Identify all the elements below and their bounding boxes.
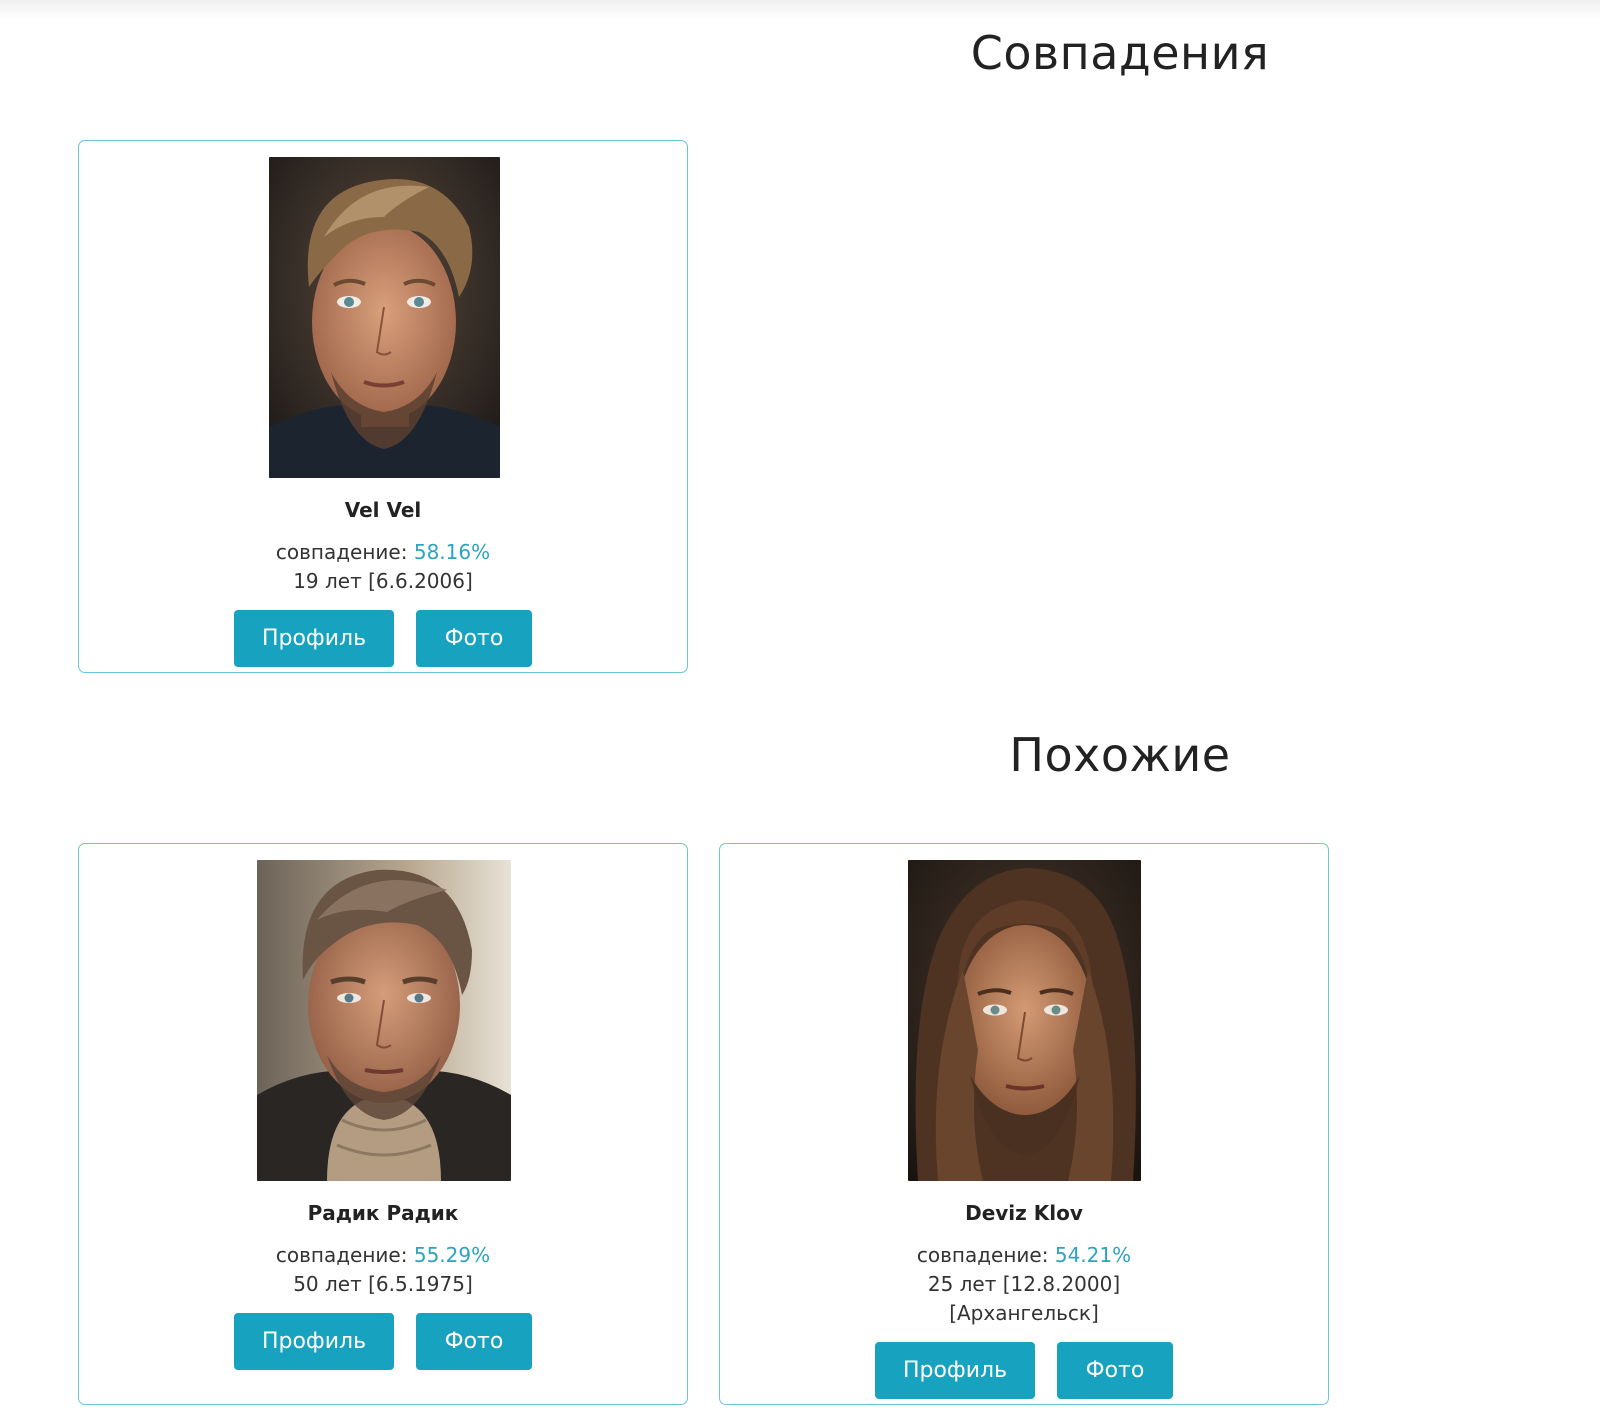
similar-card: Радик Радик совпадение: 55.29% 50 лет [6… [78, 843, 688, 1405]
match-line: совпадение: 58.16% [79, 538, 687, 567]
card-actions: Профиль Фото [79, 1313, 687, 1370]
profile-photo[interactable] [908, 860, 1141, 1181]
similar-card: Deviz Klov совпадение: 54.21% 25 лет [12… [719, 843, 1329, 1405]
profile-name: Радик Радик [307, 1201, 459, 1225]
profile-info: совпадение: 58.16% 19 лет [6.6.2006] [79, 538, 687, 596]
match-label: совпадение: [916, 1243, 1055, 1267]
profile-button[interactable]: Профиль [234, 610, 394, 667]
city-line: [Архангельск] [949, 1301, 1099, 1325]
profile-button[interactable]: Профиль [234, 1313, 394, 1370]
card-actions: Профиль Фото [720, 1342, 1328, 1399]
match-card: Vel Vel совпадение: 58.16% 19 лет [6.6.2… [78, 140, 688, 673]
profile-photo[interactable] [269, 157, 500, 478]
profile-name: Deviz Klov [965, 1201, 1083, 1225]
similar-section-title: Похожие [1009, 728, 1231, 782]
card-actions: Профиль Фото [79, 610, 687, 667]
match-percent: 54.21% [1054, 1243, 1132, 1267]
age-line: 19 лет [6.6.2006] [293, 569, 473, 593]
match-line: совпадение: 55.29% [79, 1241, 687, 1270]
profile-button[interactable]: Профиль [875, 1342, 1035, 1399]
photo-button[interactable]: Фото [416, 610, 532, 667]
matches-section-title: Совпадения [970, 26, 1270, 80]
age-line: 25 лет [12.8.2000] [927, 1272, 1121, 1296]
photo-button[interactable]: Фото [1057, 1342, 1173, 1399]
match-line: совпадение: 54.21% [720, 1241, 1328, 1270]
profile-info: совпадение: 54.21% 25 лет [12.8.2000] [А… [720, 1241, 1328, 1328]
match-label: совпадение: [275, 540, 414, 564]
match-percent: 58.16% [413, 540, 491, 564]
profile-photo[interactable] [257, 860, 511, 1181]
photo-button[interactable]: Фото [416, 1313, 532, 1370]
profile-name: Vel Vel [344, 498, 422, 522]
profile-info: совпадение: 55.29% 50 лет [6.5.1975] [79, 1241, 687, 1299]
match-percent: 55.29% [413, 1243, 491, 1267]
top-bar [0, 0, 1600, 20]
match-label: совпадение: [275, 1243, 414, 1267]
age-line: 50 лет [6.5.1975] [293, 1272, 473, 1296]
